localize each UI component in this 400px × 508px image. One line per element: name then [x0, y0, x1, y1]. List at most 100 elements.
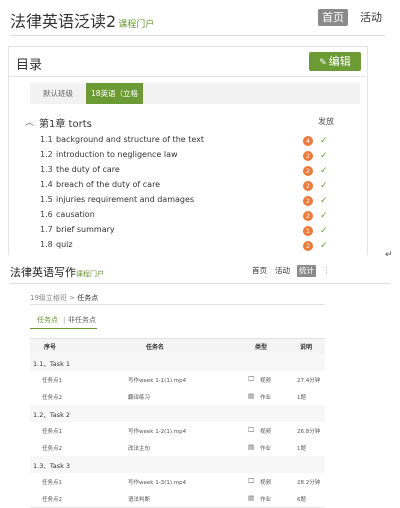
header-seq: 序号: [44, 344, 57, 351]
tab-non-task-points[interactable]: 非任务点: [68, 315, 96, 326]
chapter-title[interactable]: 第1章 torts: [39, 115, 92, 130]
nav-activity-button[interactable]: 活动: [356, 9, 386, 26]
course-title-text: 法律英语泛读2: [10, 12, 117, 31]
course-title-2-text: 法律英语写作: [10, 266, 76, 279]
task-seq: 任务点2: [42, 446, 62, 452]
header-type: 类型: [255, 344, 268, 351]
task-seq: 任务点2: [42, 395, 62, 401]
header-task-name: 任务名: [146, 344, 165, 351]
section-title-link[interactable]: quiz: [56, 240, 73, 249]
breadcrumb-current: 任务点: [77, 294, 99, 302]
edit-button-label: 编辑: [328, 55, 351, 68]
breadcrumb-separator: >: [69, 294, 76, 302]
task-type: 视频: [260, 378, 272, 384]
task-seq: 任务点1: [42, 429, 62, 435]
task-desc: 26.8分钟: [297, 429, 321, 435]
task-seq: 任务点1: [42, 480, 62, 486]
nav-home-button-2[interactable]: 首页: [252, 265, 267, 277]
section-number: 1.2: [40, 150, 53, 159]
pencil-icon: ✎: [319, 58, 327, 68]
section-title-link[interactable]: brief summary: [56, 225, 115, 234]
table-row[interactable]: [30, 490, 325, 508]
count-badge: 2: [303, 241, 313, 251]
task-desc: 1题: [297, 395, 306, 401]
group-label: 1.1、Task 1: [33, 360, 71, 368]
count-badge: 4: [303, 136, 313, 146]
course-portal-link-2[interactable]: 课程门户: [76, 270, 104, 278]
edit-button[interactable]: ✎ 编辑: [309, 52, 361, 71]
section-title-link[interactable]: background and structure of the text: [56, 135, 204, 144]
task-type: 视频: [260, 429, 272, 435]
task-name-link[interactable]: 语法判断: [128, 495, 150, 503]
task-type: 作业: [260, 446, 272, 452]
task-seq: 任务点2: [42, 497, 62, 503]
tab-18-english[interactable]: 18英语（立格: [86, 83, 143, 104]
chevron-up-icon[interactable]: ︿: [25, 115, 34, 128]
section-title-link[interactable]: injuries requirement and damages: [56, 195, 194, 204]
count-badge: 2: [303, 166, 313, 176]
course-title-2: 法律英语写作课程门户: [10, 264, 104, 280]
monitor-icon: 🖵: [248, 477, 255, 485]
count-badge: 2: [303, 196, 313, 206]
nav-home-button[interactable]: 首页: [318, 9, 348, 26]
group-row: [30, 405, 325, 423]
task-name-link[interactable]: 写作week 1-3(1).mp4: [128, 478, 186, 486]
task-desc: 1题: [297, 446, 306, 452]
assignment-icon: ▤: [248, 443, 255, 451]
tab-default-class[interactable]: 默认班级: [30, 83, 86, 104]
monitor-icon: 🖵: [248, 426, 255, 434]
task-name-link[interactable]: 写作week 1-2(1).mp4: [128, 427, 186, 435]
task-name-link[interactable]: 改法主句: [128, 444, 150, 452]
more-icon[interactable]: ⋮: [323, 265, 331, 277]
table-row[interactable]: [30, 439, 325, 457]
task-desc: 6题: [297, 497, 306, 503]
breadcrumb: 19级立格班 > 任务点: [30, 293, 98, 303]
count-badge: 2: [303, 211, 313, 221]
divider: [8, 76, 366, 77]
count-badge: 2: [303, 181, 313, 191]
section-title-link[interactable]: the duty of care: [56, 165, 120, 174]
section-title-link[interactable]: introduction to negligence law: [56, 150, 178, 159]
section-title-link[interactable]: breach of the duty of care: [56, 180, 160, 189]
tab-task-points[interactable]: 任务点: [37, 315, 58, 326]
task-name-link[interactable]: 翻译练习: [128, 393, 150, 401]
task-type: 视频: [260, 480, 272, 486]
publish-column-header: 发放: [318, 117, 334, 126]
divider: [10, 283, 390, 284]
group-label: 1.2、Task 2: [33, 411, 71, 419]
check-icon: ✓: [320, 241, 328, 251]
nav-activity-button-2[interactable]: 活动: [275, 265, 290, 277]
task-desc: 27.4分钟: [297, 378, 321, 384]
count-badge: 2: [303, 151, 313, 161]
active-tab-underline: [30, 328, 97, 329]
section-number: 1.7: [40, 225, 53, 234]
task-type: 作业: [260, 395, 272, 401]
group-row: [30, 456, 325, 474]
check-icon: ✓: [320, 166, 328, 176]
divider: [10, 35, 385, 36]
count-badge: 1: [303, 226, 313, 236]
group-label: 1.3、Task 3: [33, 462, 71, 470]
task-name-link[interactable]: 写作week 1-1(1).mp4: [128, 376, 186, 384]
check-icon: ✓: [320, 196, 328, 206]
check-icon: ✓: [320, 211, 328, 221]
section-number: 1.3: [40, 165, 53, 174]
section-title-link[interactable]: causation: [56, 210, 95, 219]
check-icon: ✓: [320, 181, 328, 191]
nav-stats-button[interactable]: 统计: [297, 265, 316, 277]
section-number: 1.4: [40, 180, 53, 189]
breadcrumb-parent[interactable]: 19级立格班: [30, 294, 67, 302]
check-icon: ✓: [320, 226, 328, 236]
toc-heading: 目录: [16, 58, 43, 73]
group-row: [30, 354, 325, 372]
section-number: 1.6: [40, 210, 53, 219]
course-portal-link[interactable]: 课程门户: [118, 20, 154, 30]
divider: [30, 304, 325, 305]
return-mark: ↵: [385, 250, 393, 260]
table-row[interactable]: [30, 388, 325, 406]
check-icon: ✓: [320, 151, 328, 161]
tab-separator: |: [63, 316, 66, 324]
task-type: 作业: [260, 497, 272, 503]
task-seq: 任务点1: [42, 378, 62, 384]
monitor-icon: 🖵: [248, 375, 255, 383]
